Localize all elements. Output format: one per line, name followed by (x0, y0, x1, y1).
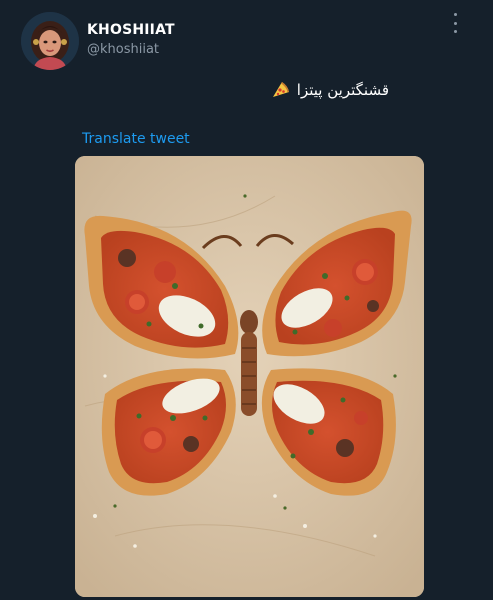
butterfly-pizza-image (75, 156, 424, 597)
author-display-name[interactable]: KHOSHIIAT (87, 22, 175, 38)
avatar-illustration-icon (21, 12, 79, 70)
author-avatar[interactable] (21, 12, 79, 70)
more-dot (453, 13, 457, 16)
tweet-text: قشنگترین پیتزا (271, 80, 389, 100)
more-dot (453, 30, 457, 33)
more-options-icon[interactable] (446, 13, 464, 33)
tweet-card: KHOSHIIAT @khoshiiat قشنگترین پیتزا Tran… (0, 0, 493, 600)
more-dot (453, 21, 457, 25)
tweet-text-content: قشنگترین پیتزا (296, 81, 389, 99)
author-handle[interactable]: @khoshiiat (87, 42, 159, 57)
translate-tweet-link[interactable]: Translate tweet (82, 131, 190, 147)
pizza-slice-icon (271, 80, 291, 100)
tweet-media-image[interactable] (75, 156, 424, 597)
